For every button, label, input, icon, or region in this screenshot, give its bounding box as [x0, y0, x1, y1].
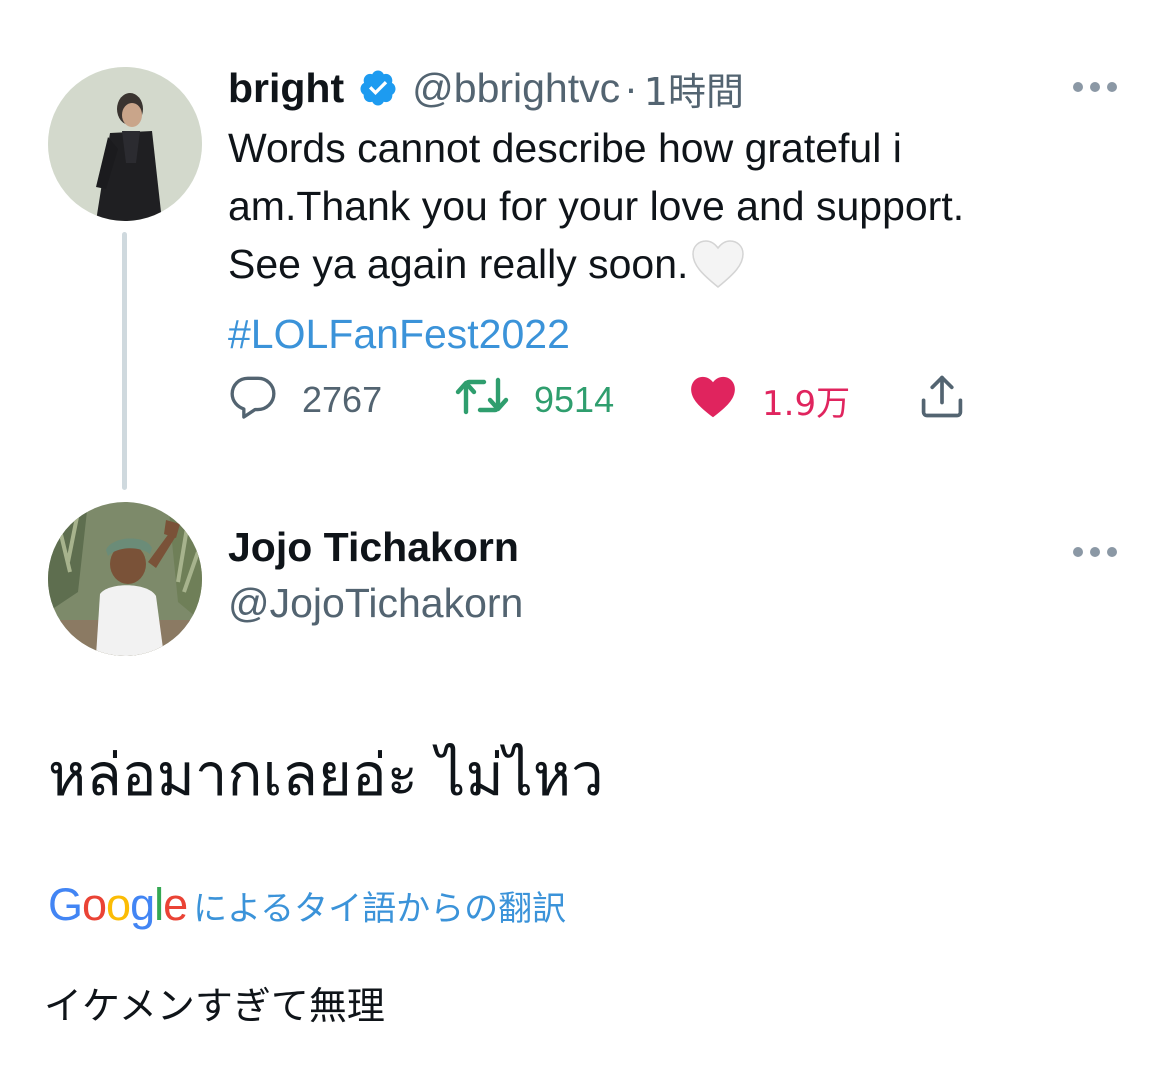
- avatar-bright[interactable]: [48, 67, 202, 221]
- avatar-jojo[interactable]: [48, 502, 202, 656]
- translation-attribution[interactable]: Google によるタイ語からの翻訳: [48, 875, 566, 935]
- like-button[interactable]: 1.9万: [688, 370, 850, 430]
- more-icon[interactable]: [1073, 545, 1117, 559]
- tweet1-text-line: am.Thank you for your love and support.: [228, 183, 965, 229]
- google-logo-letter: o: [106, 879, 131, 930]
- google-logo-letter: e: [163, 879, 188, 930]
- tweet2-author-handle[interactable]: @JojoTichakorn: [228, 580, 523, 627]
- avatar-jojo-image: [48, 502, 202, 656]
- tweet1-separator: ·: [624, 64, 638, 111]
- tweet1-text-line-with-emoji: See ya again really soon.: [228, 235, 1128, 305]
- reply-icon: [228, 371, 278, 430]
- thread-connector-line: [122, 232, 127, 490]
- tweet1-author-name[interactable]: bright: [228, 65, 344, 112]
- tweet2-author-name[interactable]: Jojo Tichakorn: [228, 524, 519, 571]
- heart-icon: [688, 373, 738, 428]
- share-icon: [916, 370, 968, 431]
- like-count: 1.9万: [762, 383, 851, 424]
- google-logo-letter: l: [154, 879, 164, 930]
- tweet2-text: หล่อมากเลยอ่ะ ไม่ไหว: [48, 741, 604, 809]
- translation-label: によるタイ語からの翻訳: [193, 888, 567, 929]
- google-logo-letter: g: [130, 879, 155, 930]
- translated-text: イケメンすぎて無理: [44, 984, 385, 1028]
- tweet1-text-line: See ya again really soon.: [228, 241, 689, 287]
- google-logo-letter: G: [48, 879, 83, 930]
- google-logo-letter: o: [82, 879, 107, 930]
- retweet-button[interactable]: 9514: [454, 370, 614, 430]
- more-icon[interactable]: [1073, 80, 1117, 94]
- verified-badge-icon: [358, 68, 398, 108]
- retweet-icon: [454, 371, 510, 430]
- avatar-bright-image: [48, 67, 202, 221]
- tweet1-text: Words cannot describe how grateful i am.…: [228, 119, 1128, 363]
- white-heart-emoji-icon: [690, 238, 746, 305]
- tweet1-header: bright @bbrightvc · 1時間: [228, 58, 744, 118]
- reply-button[interactable]: 2767: [228, 370, 382, 430]
- retweet-count: 9514: [534, 379, 615, 420]
- google-logo: Google: [48, 879, 188, 931]
- share-button[interactable]: [916, 370, 968, 430]
- tweet1-hashtag-link[interactable]: #LOLFanFest2022: [228, 305, 1128, 363]
- tweet1-text-line: Words cannot describe how grateful i: [228, 125, 902, 171]
- tweet1-author-handle[interactable]: @bbrightvc: [412, 65, 620, 112]
- reply-count: 2767: [302, 379, 383, 420]
- tweet1-timestamp[interactable]: 1時間: [644, 61, 744, 116]
